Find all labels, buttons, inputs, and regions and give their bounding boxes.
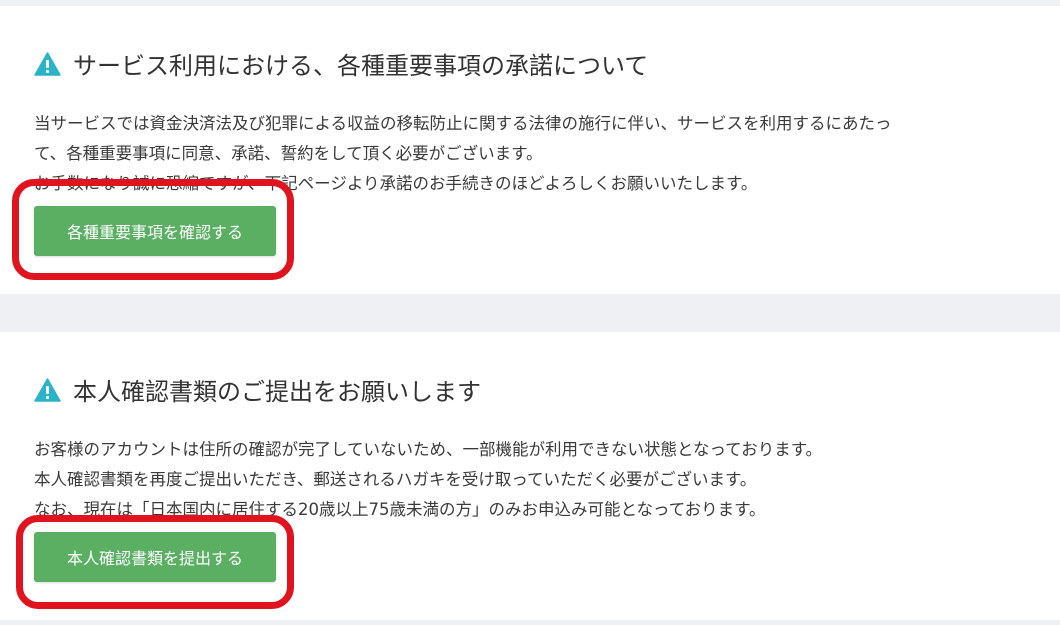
identity-card: 本人確認書類のご提出をお願いします お客様のアカウントは住所の確認が完了していな… xyxy=(0,332,1060,620)
consent-line: 当サービスでは資金決済法及び犯罪による収益の移転防止に関する法律の施行に伴い、サ… xyxy=(34,114,892,133)
identity-description: お客様のアカウントは住所の確認が完了していないため、一部機能が利用できない状態と… xyxy=(34,435,822,525)
warning-triangle-icon xyxy=(34,377,61,402)
identity-heading: 本人確認書類のご提出をお願いします xyxy=(34,372,481,407)
consent-card: サービス利用における、各種重要事項の承諾について 当サービスでは資金決済法及び犯… xyxy=(0,6,1060,294)
identity-line: お客様のアカウントは住所の確認が完了していないため、一部機能が利用できない状態と… xyxy=(34,440,823,459)
identity-line: 本人確認書類を再度ご提出いただき、郵送されるハガキを受け取っていただく必要がござ… xyxy=(34,470,757,489)
consent-heading: サービス利用における、各種重要事項の承諾について xyxy=(34,46,648,81)
submit-identity-documents-button[interactable]: 本人確認書類を提出する xyxy=(34,532,276,582)
consent-line: お手数になり誠に恐縮ですが、下記ページより承諾のお手続きのほどよろしくお願いいた… xyxy=(34,174,758,193)
identity-title: 本人確認書類のご提出をお願いします xyxy=(73,378,481,406)
consent-line: て、各種重要事項に同意、承諾、誓約をして頂く必要がございます。 xyxy=(34,144,543,163)
warning-triangle-icon xyxy=(34,51,61,76)
confirm-important-matters-button[interactable]: 各種重要事項を確認する xyxy=(34,206,276,256)
consent-description: 当サービスでは資金決済法及び犯罪による収益の移転防止に関する法律の施行に伴い、サ… xyxy=(34,109,892,199)
identity-line: なお、現在は「日本国内に居住する20歳以上75歳未満の方」のみお申込み可能となっ… xyxy=(34,500,766,519)
consent-title: サービス利用における、各種重要事項の承諾について xyxy=(73,52,649,80)
